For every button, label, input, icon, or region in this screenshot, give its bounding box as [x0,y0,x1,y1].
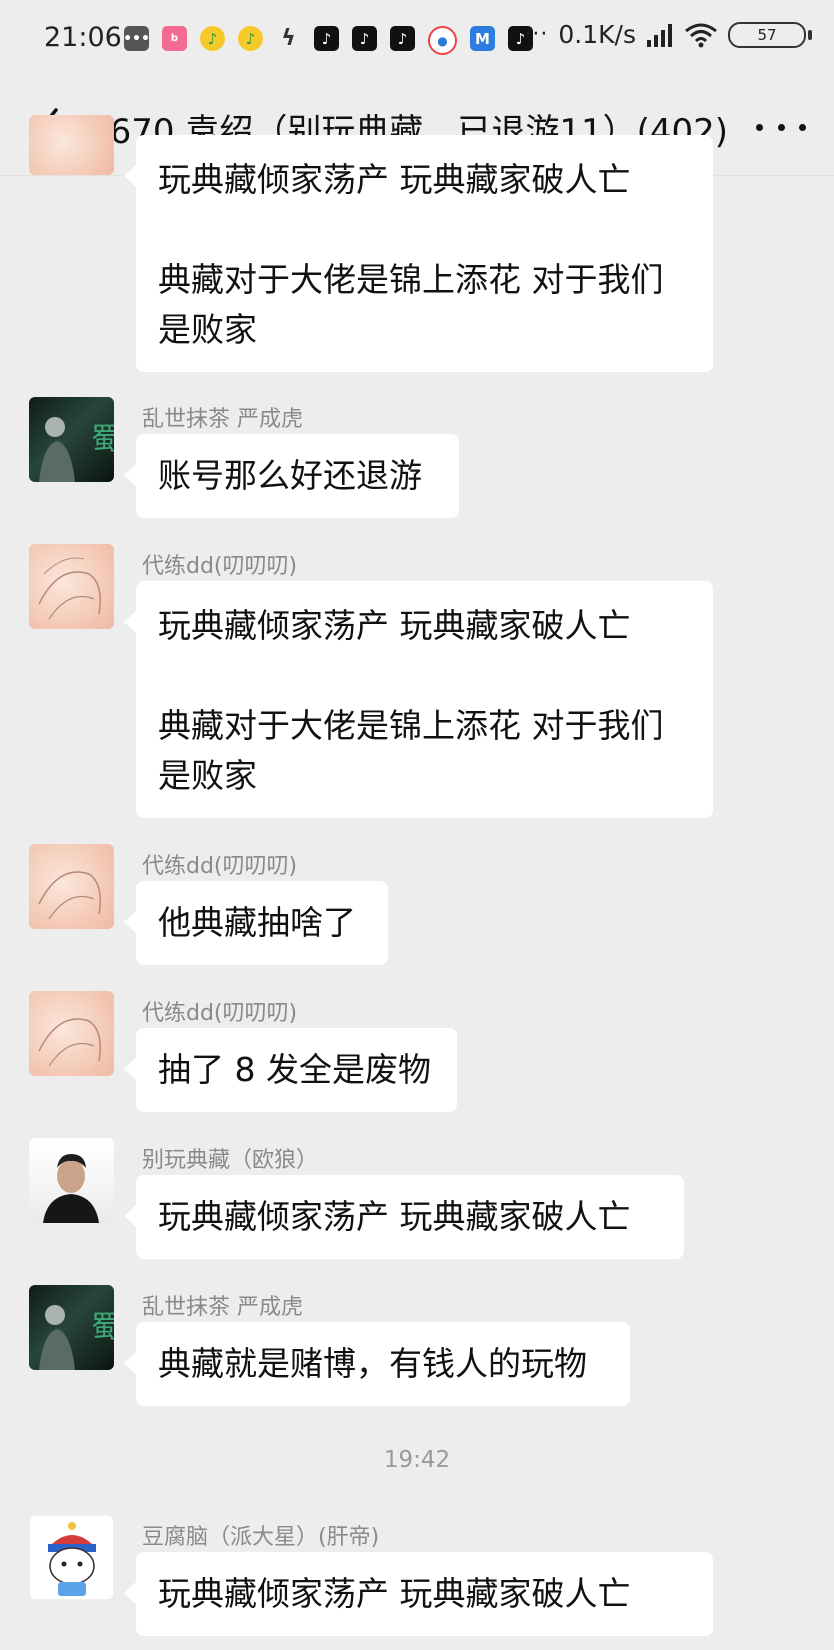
message-text: 典藏对于大佬是锦上添花 对于我们 [158,706,664,745]
tiktok-icon: ♪ [352,26,377,51]
message-text: 账号那么好还退游 [158,456,422,495]
message-bubble[interactable]: 玩典藏倾家荡产 玩典藏家破人亡 [124,1552,713,1636]
dot [799,123,806,131]
bilibili-icon: b [162,26,187,51]
maps-icon: M [470,26,495,51]
message-text: 玩典藏倾家荡产 玩典藏家破人亡 [158,1574,631,1613]
sender-name: 乱世抹茶 严成虎 [142,1295,303,1320]
bolt-icon: ϟ [281,26,296,51]
notification-icons: ••• b ♪ ♪ ϟ ♪ ♪ ♪ ● M ♪ [123,26,533,55]
battery-level: 57 [757,25,777,44]
avatar[interactable] [29,991,114,1076]
avatar[interactable]: 蜀 [29,1285,114,1370]
message-bubble[interactable]: 玩典藏倾家荡产 玩典藏家破人亡 [124,1175,684,1259]
status-time: 21:06 [44,22,122,53]
sender-name: 豆腐脑（派大星）(肝帝) [142,1525,380,1550]
svg-text:蜀: 蜀 [91,422,114,457]
message-text: 是败家 [158,756,257,795]
sender-name: 代练dd(叨叨叨) [142,854,298,879]
message-text: 典藏就是赌博，有钱人的玩物 [158,1344,587,1383]
status-bar: 21:06 ••• b ♪ ♪ ϟ ♪ ♪ ♪ ● M ♪ ··· 0.1K/s… [0,0,834,80]
message-text: 他典藏抽啥了 [158,903,356,942]
message-text: 典藏对于大佬是锦上添花 对于我们 [158,260,664,299]
overflow-icon: ··· [524,22,549,47]
avatar-figure-icon: 蜀 [39,1305,114,1370]
message-text: 抽了 8 发全是废物 [158,1050,431,1089]
avatar[interactable]: 蜀 [29,397,114,482]
tiktok-icon: ♪ [314,26,339,51]
sender-name: 乱世抹茶 严成虎 [142,407,303,432]
svg-text:蜀: 蜀 [91,1310,114,1345]
tiktok-icon: ♪ [390,26,415,51]
message-bubble[interactable]: 玩典藏倾家荡产 玩典藏家破人亡 典藏对于大佬是锦上添花 对于我们 是败家 [124,581,713,818]
dot [756,123,763,131]
sender-name: 别玩典藏（欧狼） [142,1148,319,1173]
music-icon: ♪ [200,26,225,51]
avatar-cartoon-icon [48,1522,96,1596]
message-bubble[interactable]: 抽了 8 发全是废物 [124,1028,457,1112]
message-bubble[interactable]: 玩典藏倾家荡产 玩典藏家破人亡 典藏对于大佬是锦上添花 对于我们 是败家 [124,135,713,372]
network-speed: 0.1K/s [558,20,636,49]
music-icon: ♪ [238,26,263,51]
avatar[interactable] [29,544,114,629]
avatar[interactable] [29,1515,114,1600]
message-icon: ••• [123,26,150,51]
avatar-sketch-icon [38,557,101,620]
message-timestamp: 19:42 [383,1447,451,1473]
avatar[interactable] [29,115,114,175]
sender-name: 代练dd(叨叨叨) [142,554,298,579]
status-right: ··· 0.1K/s 57 [524,20,812,49]
message-text: 玩典藏倾家荡产 玩典藏家破人亡 [158,606,631,645]
avatar[interactable] [29,844,114,929]
sender-name: 代练dd(叨叨叨) [142,1001,298,1026]
avatar-person-icon [43,1154,99,1223]
more-options-button[interactable] [756,110,806,144]
message-bubble[interactable]: 账号那么好还退游 [124,434,459,518]
avatar[interactable] [29,1138,114,1223]
message-bubble[interactable]: 他典藏抽啥了 [124,881,388,965]
avatar-sketch-icon [38,1018,101,1067]
browser-icon: ● [428,26,457,55]
signal-icon [647,23,672,47]
message-text: 是败家 [158,310,257,349]
message-text: 玩典藏倾家荡产 玩典藏家破人亡 [158,160,631,199]
message-bubble[interactable]: 典藏就是赌博，有钱人的玩物 [124,1322,630,1406]
dot [777,123,785,131]
avatar-figure-icon: 蜀 [39,417,114,482]
avatar-sketch-icon [38,871,101,920]
message-text: 玩典藏倾家荡产 玩典藏家破人亡 [158,1197,631,1236]
battery-icon: 57 [728,21,812,48]
wifi-icon [685,23,717,47]
